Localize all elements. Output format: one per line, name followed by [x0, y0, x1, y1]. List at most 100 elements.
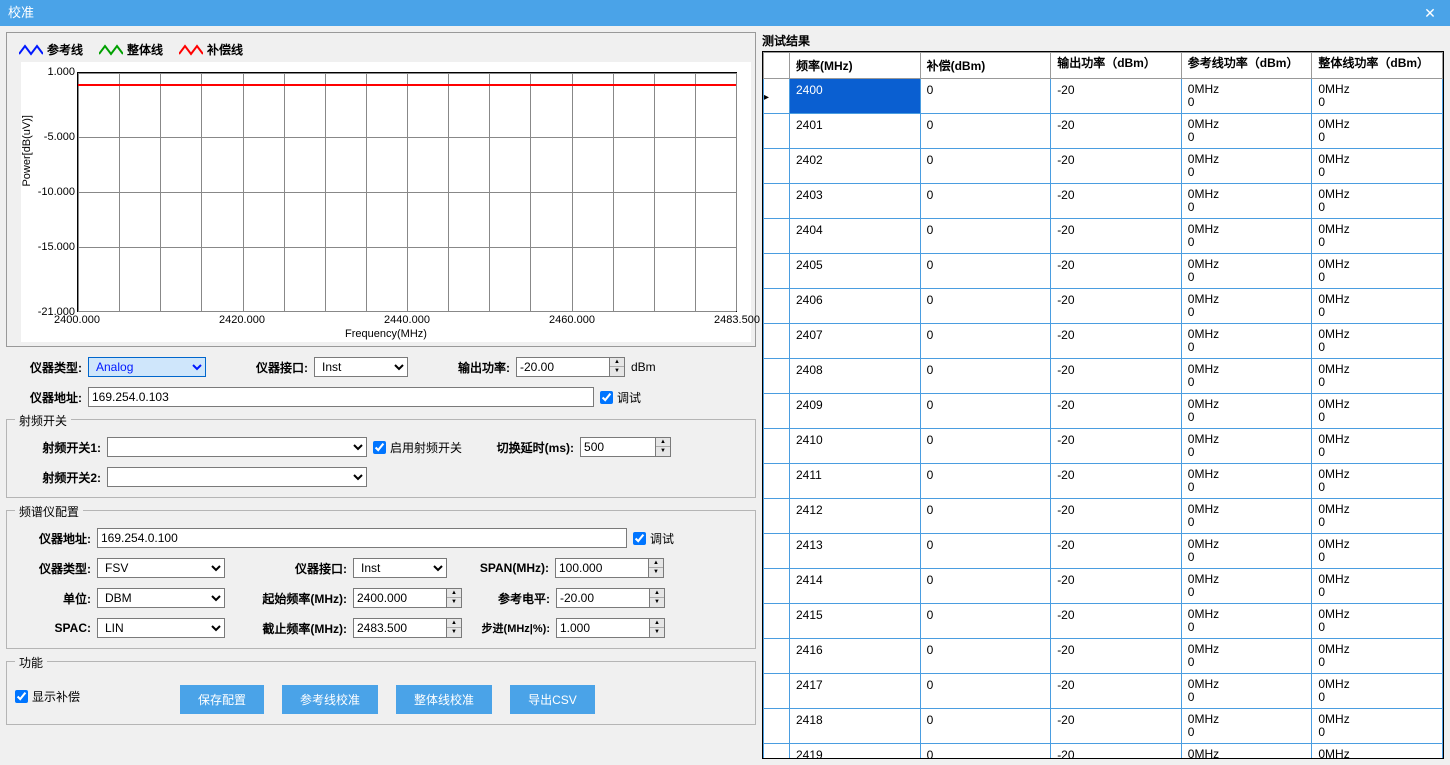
cell-freq: 2404: [790, 219, 921, 254]
spec-port-select[interactable]: Inst: [353, 558, 447, 578]
cell-ref: 0MHz0: [1181, 394, 1312, 429]
table-row[interactable]: 24140-200MHz00MHz0: [764, 569, 1443, 604]
table-row[interactable]: 24130-200MHz00MHz0: [764, 534, 1443, 569]
showcomp-check[interactable]: 显示补偿: [15, 688, 80, 705]
spec-type-select[interactable]: FSV: [97, 558, 225, 578]
spin-up-icon[interactable]: ▲: [649, 559, 663, 568]
export-button[interactable]: 导出CSV: [510, 685, 595, 714]
legend-comp-label: 补偿线: [207, 41, 243, 58]
cell-whole: 0MHz0: [1312, 744, 1443, 759]
rf-sw1-select[interactable]: [107, 437, 367, 457]
outpow-input[interactable]: [516, 357, 610, 377]
outpow-spinner[interactable]: ▲▼: [516, 357, 625, 377]
spin-down-icon[interactable]: ▼: [649, 568, 663, 577]
rf-delay-input[interactable]: [580, 437, 656, 457]
col-freq[interactable]: 频率(MHz): [790, 53, 921, 79]
row-indicator: [764, 639, 790, 674]
table-row[interactable]: 24160-200MHz00MHz0: [764, 639, 1443, 674]
table-row[interactable]: 24090-200MHz00MHz0: [764, 394, 1443, 429]
table-row[interactable]: 24190-200MHz00MHz0: [764, 744, 1443, 759]
table-row[interactable]: 24070-200MHz00MHz0: [764, 324, 1443, 359]
refcal-button[interactable]: 参考线校准: [282, 685, 378, 714]
spin-down-icon[interactable]: ▼: [650, 598, 664, 607]
cell-ref: 0MHz0: [1181, 464, 1312, 499]
cell-whole: 0MHz0: [1312, 149, 1443, 184]
rf-sw2-select[interactable]: [107, 467, 367, 487]
table-row[interactable]: 24080-200MHz00MHz0: [764, 359, 1443, 394]
spin-up-icon[interactable]: ▲: [447, 619, 461, 628]
spin-up-icon[interactable]: ▲: [447, 589, 461, 598]
col-wholepow[interactable]: 整体线功率（dBm）: [1312, 53, 1443, 79]
reflvl-input[interactable]: [556, 588, 650, 608]
results-scroll[interactable]: 频率(MHz) 补偿(dBm) 输出功率（dBm） 参考线功率（dBm） 整体线…: [763, 52, 1443, 758]
reflvl-spinner[interactable]: ▲▼: [556, 588, 665, 608]
table-row[interactable]: 24120-200MHz00MHz0: [764, 499, 1443, 534]
cell-out: -20: [1051, 359, 1182, 394]
spec-debug-check[interactable]: 调试: [633, 530, 674, 547]
spin-down-icon[interactable]: ▼: [650, 628, 664, 637]
spin-up-icon[interactable]: ▲: [656, 438, 670, 447]
spec-addr-input[interactable]: [97, 528, 627, 548]
unit-select[interactable]: DBM: [97, 588, 225, 608]
span-label: SPAN(MHz):: [453, 561, 549, 575]
table-row[interactable]: 24000-200MHz00MHz0: [764, 79, 1443, 114]
wholecal-button[interactable]: 整体线校准: [396, 685, 492, 714]
outpow-label: 输出功率:: [414, 359, 510, 376]
cell-whole: 0MHz0: [1312, 534, 1443, 569]
step-spinner[interactable]: ▲▼: [556, 618, 665, 638]
table-row[interactable]: 24060-200MHz00MHz0: [764, 289, 1443, 324]
spin-up-icon[interactable]: ▲: [650, 619, 664, 628]
spin-down-icon[interactable]: ▼: [656, 447, 670, 456]
legend-whole-label: 整体线: [127, 41, 163, 58]
instr-port-select[interactable]: Inst: [314, 357, 408, 377]
stopfreq-spinner[interactable]: ▲▼: [353, 618, 462, 638]
col-outpow[interactable]: 输出功率（dBm）: [1051, 53, 1182, 79]
spin-down-icon[interactable]: ▼: [447, 628, 461, 637]
row-indicator: [764, 359, 790, 394]
table-row[interactable]: 24170-200MHz00MHz0: [764, 674, 1443, 709]
startfreq-input[interactable]: [353, 588, 447, 608]
cell-out: -20: [1051, 219, 1182, 254]
instr-debug-check[interactable]: 调试: [600, 389, 641, 406]
spac-label: SPAC:: [15, 621, 91, 635]
span-spinner[interactable]: ▲▼: [555, 558, 664, 578]
stopfreq-input[interactable]: [353, 618, 447, 638]
span-input[interactable]: [555, 558, 649, 578]
rf-delay-spinner[interactable]: ▲▼: [580, 437, 671, 457]
table-row[interactable]: 24030-200MHz00MHz0: [764, 184, 1443, 219]
spin-up-icon[interactable]: ▲: [650, 589, 664, 598]
cell-comp: 0: [920, 149, 1051, 184]
cell-comp: 0: [920, 709, 1051, 744]
cell-out: -20: [1051, 114, 1182, 149]
cell-freq: 2418: [790, 709, 921, 744]
table-row[interactable]: 24050-200MHz00MHz0: [764, 254, 1443, 289]
stopfreq-label: 截止频率(MHz):: [231, 620, 347, 637]
col-comp[interactable]: 补偿(dBm): [920, 53, 1051, 79]
spin-down-icon[interactable]: ▼: [610, 367, 624, 376]
cell-ref: 0MHz0: [1181, 254, 1312, 289]
cell-out: -20: [1051, 79, 1182, 114]
cell-comp: 0: [920, 744, 1051, 759]
cell-freq: 2406: [790, 289, 921, 324]
instr-type-select[interactable]: Analog: [88, 357, 206, 377]
spac-select[interactable]: LIN: [97, 618, 225, 638]
instr-addr-input[interactable]: [88, 387, 594, 407]
startfreq-spinner[interactable]: ▲▼: [353, 588, 462, 608]
table-row[interactable]: 24020-200MHz00MHz0: [764, 149, 1443, 184]
table-row[interactable]: 24180-200MHz00MHz0: [764, 709, 1443, 744]
table-row[interactable]: 24150-200MHz00MHz0: [764, 604, 1443, 639]
cell-comp: 0: [920, 114, 1051, 149]
table-row[interactable]: 24110-200MHz00MHz0: [764, 464, 1443, 499]
table-row[interactable]: 24100-200MHz00MHz0: [764, 429, 1443, 464]
table-row[interactable]: 24010-200MHz00MHz0: [764, 114, 1443, 149]
save-button[interactable]: 保存配置: [180, 685, 264, 714]
step-input[interactable]: [556, 618, 650, 638]
cell-ref: 0MHz0: [1181, 639, 1312, 674]
spin-up-icon[interactable]: ▲: [610, 358, 624, 367]
cell-comp: 0: [920, 184, 1051, 219]
spin-down-icon[interactable]: ▼: [447, 598, 461, 607]
col-refpow[interactable]: 参考线功率（dBm）: [1181, 53, 1312, 79]
close-button[interactable]: ✕: [1410, 0, 1450, 26]
table-row[interactable]: 24040-200MHz00MHz0: [764, 219, 1443, 254]
rf-enable-check[interactable]: 启用射频开关: [373, 439, 462, 456]
